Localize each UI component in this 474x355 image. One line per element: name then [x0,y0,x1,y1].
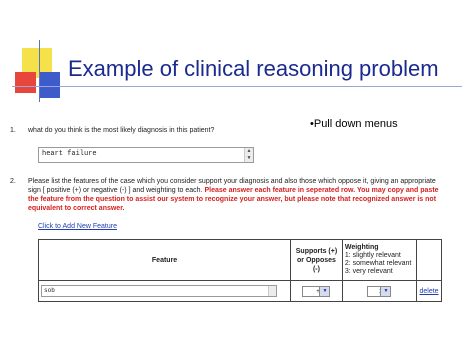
supports-column-header: Supports (+) or Opposes (-) [290,239,343,281]
weight-cell: 2 ▼ [341,280,418,302]
sign-cell: + ▼ [290,280,343,302]
feature-input[interactable]: sob [41,285,277,297]
decor-vertical-line [39,40,40,102]
features-table: Feature Supports (+) or Opposes (-) Weig… [37,239,442,302]
title-underline [12,86,462,87]
weighting-level-1: 1: slightly relevant [344,252,401,259]
table-header-row: Feature Supports (+) or Opposes (-) Weig… [37,239,442,281]
chevron-down-icon[interactable]: ▼ [319,286,330,296]
table-row: sob + ▼ 2 ▼ delete [37,280,442,302]
delete-cell: delete [416,280,442,302]
sign-select[interactable]: + ▼ [302,285,331,297]
question-1: 1. what do you think is the most likely d… [10,127,214,134]
decor-blue-square [40,72,60,98]
feature-value: sob [44,287,55,294]
diagnosis-value: heart failure [42,150,97,158]
weighting-title: Weighting [344,244,379,251]
clinical-form: 1. what do you think is the most likely d… [10,125,448,305]
feature-column-header: Feature [37,239,292,281]
weighting-level-2: 2: somewhat relevant [344,260,412,267]
weighting-level-3: 3: very relevant [344,268,393,275]
scroll-up-icon[interactable]: ▲ [245,148,253,155]
diagnosis-scrollbar[interactable]: ▲ ▼ [244,148,253,162]
question-2-number: 2. [10,178,16,185]
question-2: 2. Please list the features of the case … [10,177,440,212]
feature-cell: sob [37,280,292,302]
slide-title: Example of clinical reasoning problem [68,56,439,81]
question-1-number: 1. [10,127,16,134]
weight-select[interactable]: 2 ▼ [367,285,392,297]
scroll-down-icon[interactable]: ▼ [245,155,253,162]
delete-link[interactable]: delete [419,288,438,295]
decor-red-square [15,72,36,93]
feature-scrollbar[interactable] [268,286,276,296]
add-feature-link[interactable]: Click to Add New Feature [38,223,117,230]
action-column-header [416,239,442,281]
question-1-text: what do you think is the most likely dia… [28,127,215,134]
weighting-column-header: Weighting 1: slightly relevant 2: somewh… [341,239,418,281]
diagnosis-input[interactable]: heart failure ▲ ▼ [38,147,254,163]
chevron-down-icon[interactable]: ▼ [380,286,391,296]
